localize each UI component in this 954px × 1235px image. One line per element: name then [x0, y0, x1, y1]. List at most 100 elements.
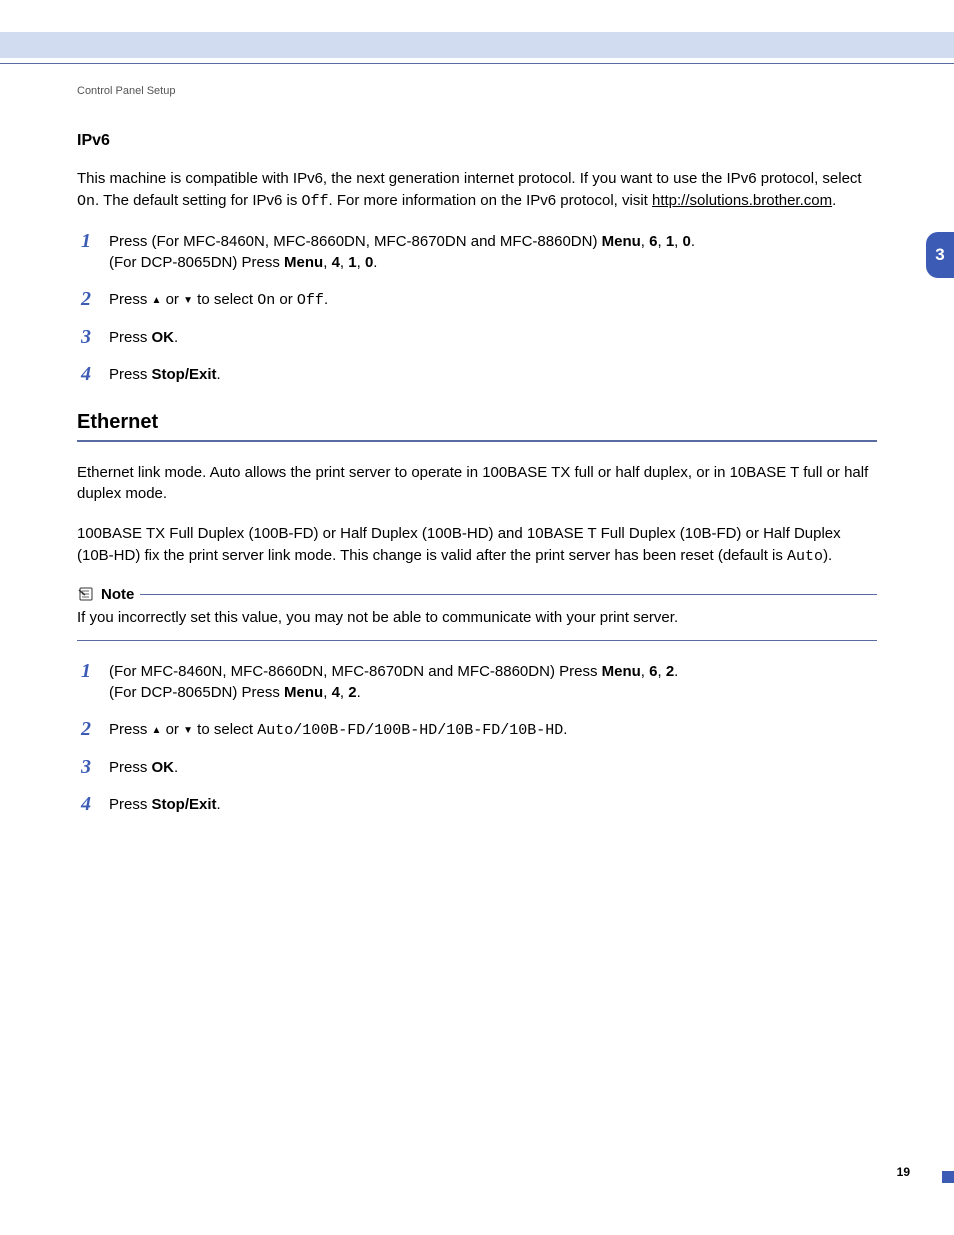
step-number: 2 — [81, 285, 91, 313]
text: , — [674, 233, 682, 250]
step-4: 4 Press Stop/Exit. — [109, 794, 877, 815]
text: . — [373, 254, 377, 271]
note-label: Note — [101, 586, 134, 603]
stop-exit-key: Stop/Exit — [152, 796, 217, 813]
ipv6-heading: IPv6 — [77, 132, 877, 150]
text: . — [357, 684, 361, 701]
section-rule — [77, 440, 877, 442]
page-number: 19 — [897, 1165, 910, 1179]
code-off: Off — [302, 193, 329, 210]
step-number: 4 — [81, 790, 91, 818]
ok-key: OK — [152, 329, 175, 346]
step-number: 1 — [81, 657, 91, 685]
text: to select — [193, 291, 257, 308]
note-icon — [77, 586, 95, 602]
text: (For DCP-8065DN) Press — [109, 684, 284, 701]
step-2: 2 Press ▲ or ▼ to select Auto/100B-FD/10… — [109, 719, 877, 741]
step-1: 1 Press (For MFC-8460N, MFC-8660DN, MFC-… — [109, 231, 877, 273]
key-2: 2 — [348, 684, 356, 701]
key-1: 1 — [348, 254, 356, 271]
down-arrow-icon: ▼ — [183, 724, 193, 738]
note-end-rule — [77, 640, 877, 641]
text: . — [174, 759, 178, 776]
text: Press (For MFC-8460N, MFC-8660DN, MFC-86… — [109, 233, 602, 250]
page-corner-mark — [942, 1171, 954, 1183]
step-2: 2 Press ▲ or ▼ to select On or Off. — [109, 289, 877, 311]
step-number: 2 — [81, 715, 91, 743]
code-on: On — [77, 193, 95, 210]
text: . — [217, 796, 221, 813]
text: , — [323, 254, 331, 271]
text: Press — [109, 329, 152, 346]
text: , — [641, 663, 649, 680]
step-number: 4 — [81, 360, 91, 388]
note-header: Note — [77, 586, 877, 603]
note-rule — [140, 594, 877, 595]
text: This machine is compatible with IPv6, th… — [77, 170, 862, 187]
text: . — [674, 663, 678, 680]
text: . — [691, 233, 695, 250]
key-4: 4 — [332, 684, 340, 701]
text: . — [324, 291, 328, 308]
code-options: Auto/100B-FD/100B-HD/10B-FD/10B-HD — [257, 722, 563, 739]
text: or — [275, 291, 297, 308]
text: or — [161, 291, 183, 308]
text: Press — [109, 759, 152, 776]
menu-key: Menu — [602, 663, 641, 680]
step-3: 3 Press OK. — [109, 327, 877, 348]
text: 100BASE TX Full Duplex (100B-FD) or Half… — [77, 525, 841, 564]
ok-key: OK — [152, 759, 175, 776]
text: , — [340, 254, 348, 271]
text: , — [357, 254, 365, 271]
step-4: 4 Press Stop/Exit. — [109, 364, 877, 385]
step-number: 3 — [81, 323, 91, 351]
text: . — [832, 192, 836, 209]
text: Press — [109, 366, 152, 383]
text: (For MFC-8460N, MFC-8660DN, MFC-8670DN a… — [109, 663, 602, 680]
text: . For more information on the IPv6 proto… — [329, 192, 652, 209]
text: , — [641, 233, 649, 250]
text: . — [563, 721, 567, 738]
page-content: IPv6 This machine is compatible with IPv… — [77, 132, 877, 841]
text: , — [340, 684, 348, 701]
text: , — [657, 663, 665, 680]
up-arrow-icon: ▲ — [152, 294, 162, 308]
menu-key: Menu — [284, 684, 323, 701]
note-text: If you incorrectly set this value, you m… — [77, 607, 877, 628]
menu-key: Menu — [602, 233, 641, 250]
step-1: 1 (For MFC-8460N, MFC-8660DN, MFC-8670DN… — [109, 661, 877, 703]
key-1: 1 — [666, 233, 674, 250]
key-2: 2 — [666, 663, 674, 680]
stop-exit-key: Stop/Exit — [152, 366, 217, 383]
text: Press — [109, 721, 152, 738]
text: , — [323, 684, 331, 701]
ethernet-para-1: Ethernet link mode. Auto allows the prin… — [77, 462, 877, 506]
support-link[interactable]: http://solutions.brother.com — [652, 192, 832, 209]
key-0: 0 — [683, 233, 691, 250]
down-arrow-icon: ▼ — [183, 294, 193, 308]
code-auto: Auto — [787, 548, 823, 565]
text: ). — [823, 547, 832, 564]
text: Press — [109, 796, 152, 813]
text: , — [657, 233, 665, 250]
ethernet-heading: Ethernet — [77, 411, 877, 434]
text: . — [217, 366, 221, 383]
ethernet-para-2: 100BASE TX Full Duplex (100B-FD) or Half… — [77, 523, 877, 568]
header-band — [0, 32, 954, 58]
text: . The default setting for IPv6 is — [95, 192, 302, 209]
key-4: 4 — [332, 254, 340, 271]
ethernet-steps: 1 (For MFC-8460N, MFC-8660DN, MFC-8670DN… — [77, 661, 877, 815]
text: . — [174, 329, 178, 346]
code-on: On — [257, 292, 275, 309]
text: Press — [109, 291, 152, 308]
code-off: Off — [297, 292, 324, 309]
menu-key: Menu — [284, 254, 323, 271]
breadcrumb: Control Panel Setup — [77, 85, 175, 97]
step-number: 3 — [81, 753, 91, 781]
up-arrow-icon: ▲ — [152, 724, 162, 738]
text: to select — [193, 721, 257, 738]
text: (For DCP-8065DN) Press — [109, 254, 284, 271]
chapter-tab: 3 — [926, 232, 954, 278]
chapter-number: 3 — [935, 245, 944, 265]
text: or — [161, 721, 183, 738]
